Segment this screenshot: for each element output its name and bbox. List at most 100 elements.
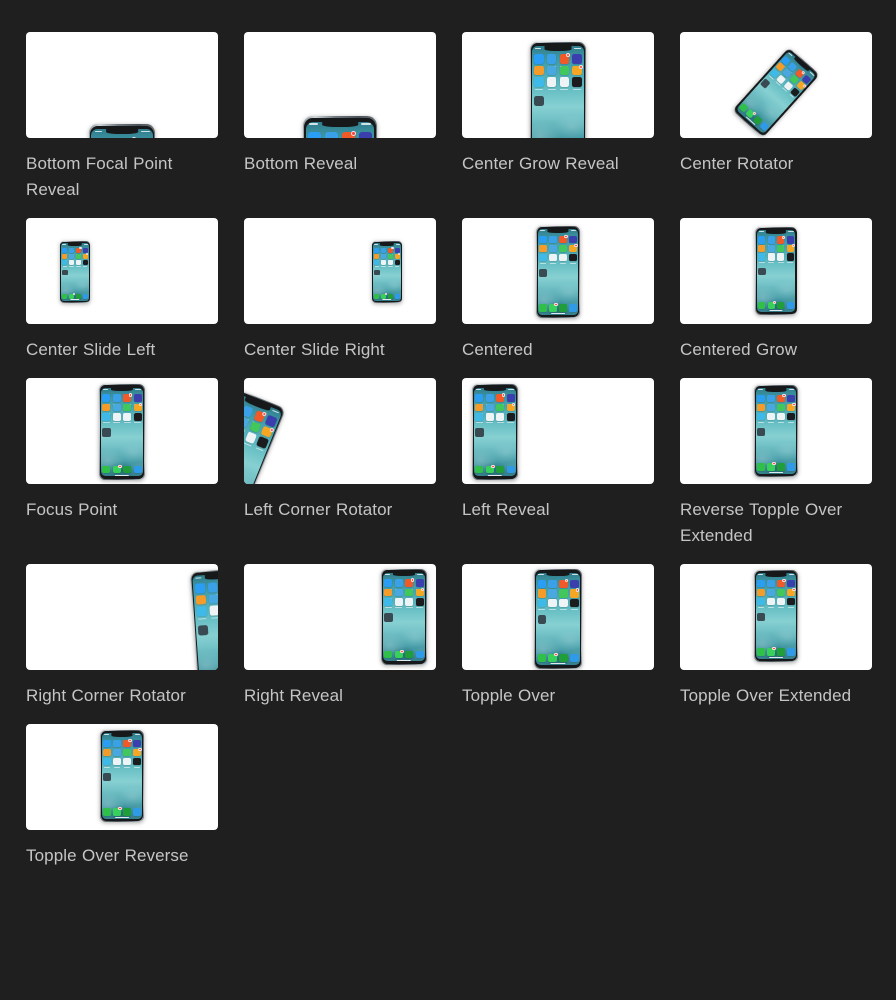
app-icon <box>394 253 401 261</box>
iphone-mockup <box>244 387 286 484</box>
app-icon <box>253 410 267 423</box>
phone-preview <box>303 116 377 138</box>
animation-style-card-bottom-reveal[interactable]: Bottom Reveal <box>244 32 436 218</box>
app-icon <box>572 64 583 79</box>
app-icon <box>374 247 380 255</box>
dock-icon <box>133 808 141 816</box>
app-icon <box>534 54 544 67</box>
dock-icon <box>777 648 785 656</box>
animation-style-card-center-grow-reveal[interactable]: Center Grow Reveal <box>462 32 654 218</box>
app-icon <box>415 579 424 590</box>
animation-preview-thumbnail[interactable] <box>680 564 872 670</box>
animation-preview-thumbnail[interactable] <box>680 218 872 324</box>
home-screen-app-grid <box>757 578 796 608</box>
app-icon <box>133 394 142 405</box>
app-icon <box>133 412 142 424</box>
app-icon <box>787 412 795 423</box>
app-icon <box>381 247 387 255</box>
animation-preview-thumbnail[interactable] <box>26 32 218 138</box>
notification-badge <box>554 652 558 657</box>
app-icon <box>381 253 387 261</box>
animation-style-card-bottom-focal-point-reveal[interactable]: Bottom Focal Point Reveal <box>26 32 218 218</box>
phone-screen <box>532 46 584 138</box>
app-icon <box>546 65 557 79</box>
app-icon <box>209 605 218 616</box>
app-icon <box>75 246 82 255</box>
animation-preview-thumbnail[interactable] <box>244 564 436 670</box>
app-icon <box>777 412 785 423</box>
home-screen-app-grid <box>757 393 796 423</box>
app-icon <box>208 594 218 605</box>
phone-preview <box>244 387 286 484</box>
animation-preview-thumbnail[interactable] <box>244 218 436 324</box>
app-icon <box>113 739 121 750</box>
notification-badge <box>269 427 275 433</box>
animation-style-card-centered-grow[interactable]: Centered Grow <box>680 218 872 378</box>
phone-preview <box>60 241 90 303</box>
animation-style-label: Center Slide Right <box>244 340 385 359</box>
app-icon <box>786 253 794 264</box>
animation-preview-thumbnail[interactable] <box>26 564 218 670</box>
animation-style-card-center-slide-right[interactable]: Center Slide Right <box>244 218 436 378</box>
animation-preview-thumbnail[interactable] <box>244 32 436 138</box>
animation-style-card-centered[interactable]: Centered <box>462 218 654 378</box>
dock-icon <box>777 301 785 309</box>
animation-preview-thumbnail[interactable] <box>680 378 872 484</box>
animation-preview-thumbnail[interactable] <box>462 378 654 484</box>
app-icon <box>572 54 582 67</box>
animation-style-card-topple-over-extended[interactable]: Topple Over Extended <box>680 564 872 724</box>
animation-preview-thumbnail[interactable] <box>26 378 218 484</box>
animation-style-card-reverse-topple-over-extended[interactable]: Reverse Topple Over Extended <box>680 378 872 564</box>
app-icon <box>767 403 775 414</box>
app-icon <box>758 253 766 264</box>
animation-style-card-center-rotator[interactable]: Center Rotator <box>680 32 872 218</box>
animation-style-card-right-reveal[interactable]: Right Reveal <box>244 564 436 724</box>
app-icon <box>548 579 557 592</box>
app-icon <box>103 757 111 768</box>
animation-style-card-left-corner-rotator[interactable]: Left Corner Rotator <box>244 378 436 564</box>
app-icon <box>196 606 207 617</box>
dock-icon <box>786 301 794 309</box>
dock-icon <box>62 293 68 299</box>
app-icon <box>384 597 393 609</box>
phone-screen <box>735 50 817 135</box>
phone-screen <box>537 229 579 315</box>
app-icon <box>559 253 567 264</box>
animation-style-card-center-slide-left[interactable]: Center Slide Left <box>26 218 218 378</box>
iphone-mockup <box>99 384 145 480</box>
animation-style-card-focus-point[interactable]: Focus Point <box>26 378 218 564</box>
home-indicator <box>550 663 566 665</box>
app-icon <box>559 77 570 90</box>
animation-preview-thumbnail[interactable] <box>244 378 436 484</box>
app-icon <box>415 597 424 609</box>
app-icon <box>325 132 338 138</box>
animation-style-card-topple-over-reverse[interactable]: Topple Over Reverse <box>26 724 218 884</box>
dock-icon <box>387 293 393 299</box>
app-icon <box>757 427 766 436</box>
animation-preview-thumbnail[interactable] <box>462 32 654 138</box>
animation-preview-thumbnail[interactable] <box>26 724 218 830</box>
phone-preview <box>732 47 820 138</box>
app-icon <box>485 412 494 424</box>
app-icon <box>787 597 795 608</box>
animation-preview-thumbnail[interactable] <box>26 218 218 324</box>
iphone-mockup <box>189 568 218 670</box>
animation-style-card-right-corner-rotator[interactable]: Right Corner Rotator <box>26 564 218 724</box>
phone-bezel <box>99 385 145 479</box>
animation-preview-thumbnail[interactable] <box>462 564 654 670</box>
notification-badge <box>400 649 404 653</box>
app-icon <box>757 403 765 414</box>
animation-preview-thumbnail[interactable] <box>680 32 872 138</box>
app-icon <box>394 588 403 599</box>
iphone-mockup <box>60 241 90 303</box>
phone-bezel <box>472 385 518 479</box>
app-icon <box>374 269 380 276</box>
notification-badge <box>772 462 776 466</box>
phone-bezel <box>733 48 819 137</box>
animation-style-card-left-reveal[interactable]: Left Reveal <box>462 378 654 564</box>
phone-screen <box>61 243 89 301</box>
animation-style-card-topple-over[interactable]: Topple Over <box>462 564 654 724</box>
app-icon <box>758 267 766 276</box>
animation-preview-thumbnail[interactable] <box>462 218 654 324</box>
dock-icon <box>133 465 142 474</box>
